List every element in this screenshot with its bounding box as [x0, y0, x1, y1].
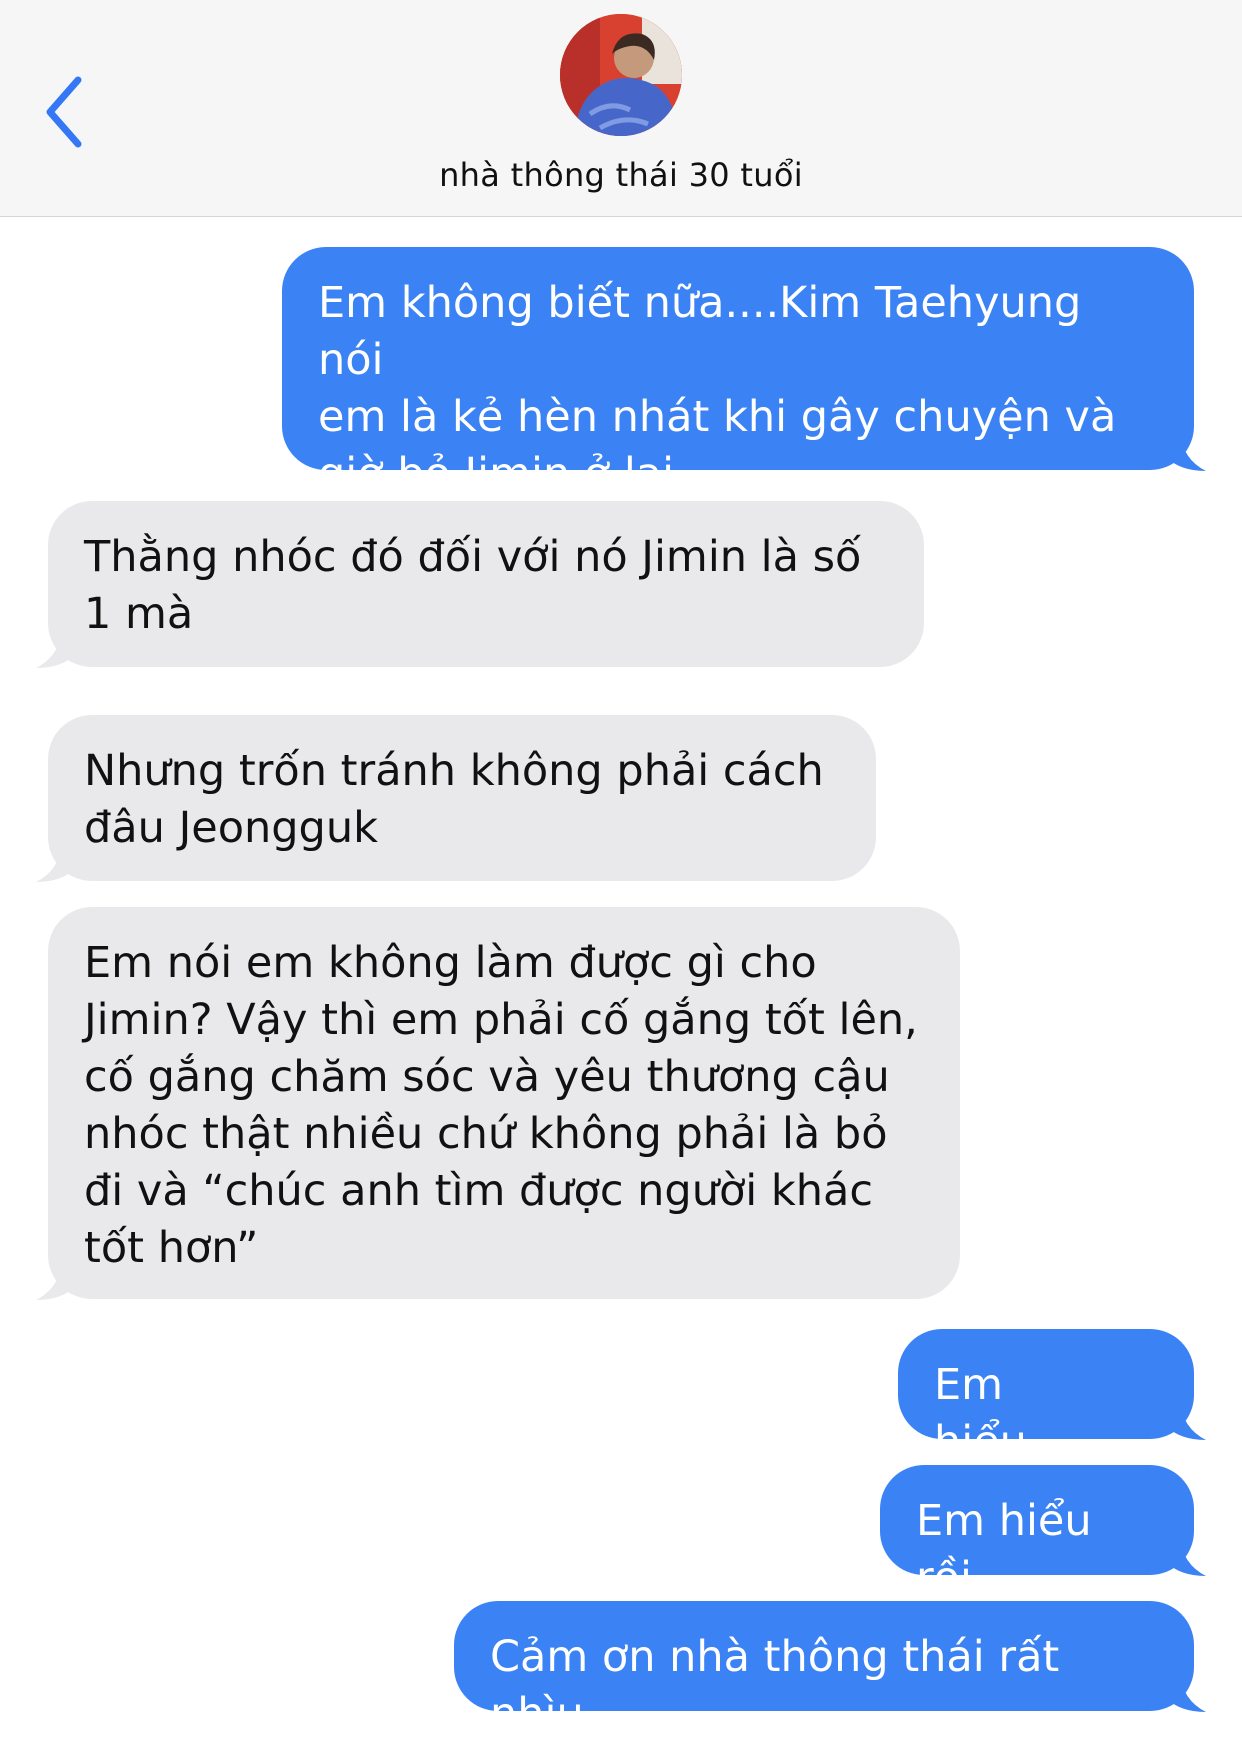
- message-bubble-incoming[interactable]: Em nói em không làm được gì cho Jimin? V…: [36, 907, 960, 1300]
- message-bubble-outgoing[interactable]: Em hiểu....: [898, 1329, 1206, 1467]
- message-bubble-outgoing[interactable]: Em hiểu rồi: [880, 1465, 1206, 1603]
- message-text: Cảm ơn nhà thông thái rất nhìu: [490, 1632, 1060, 1739]
- message-text: Em nói em không làm được gì cho Jimin? V…: [84, 938, 918, 1273]
- message-bubble-incoming[interactable]: Nhưng trốn tránh không phải cách đâu Jeo…: [36, 715, 876, 882]
- chevron-left-icon: [46, 76, 82, 148]
- message-list: Em không biết nữa....Kim Taehyung nói em…: [0, 217, 1242, 1739]
- message-text: Em hiểu rồi: [916, 1496, 1092, 1603]
- bubble-tail: [1166, 1672, 1206, 1712]
- contact-avatar[interactable]: [560, 14, 682, 136]
- bubble-tail: [36, 628, 76, 668]
- back-button[interactable]: [40, 72, 100, 152]
- message-bubble-incoming[interactable]: Thằng nhóc đó đối với nó Jimin là số 1 m…: [36, 501, 924, 668]
- message-bubble-outgoing[interactable]: Em không biết nữa....Kim Taehyung nói em…: [282, 247, 1206, 499]
- message-text: Nhưng trốn tránh không phải cách đâu Jeo…: [84, 746, 824, 853]
- message-text: Em không biết nữa....Kim Taehyung nói em…: [318, 278, 1117, 499]
- bubble-tail: [1166, 1536, 1206, 1576]
- bubble-tail: [1166, 431, 1206, 471]
- avatar-image: [560, 14, 682, 136]
- message-text: Thằng nhóc đó đối với nó Jimin là số 1 m…: [84, 532, 862, 639]
- bubble-tail: [36, 842, 76, 882]
- conversation-header: nhà thông thái 30 tuổi: [0, 0, 1242, 217]
- message-bubble-outgoing[interactable]: Cảm ơn nhà thông thái rất nhìu: [454, 1601, 1206, 1739]
- bubble-tail: [36, 1260, 76, 1300]
- bubble-tail: [1166, 1400, 1206, 1440]
- contact-name[interactable]: nhà thông thái 30 tuổi: [0, 156, 1242, 194]
- message-text: Em hiểu....: [934, 1360, 1082, 1467]
